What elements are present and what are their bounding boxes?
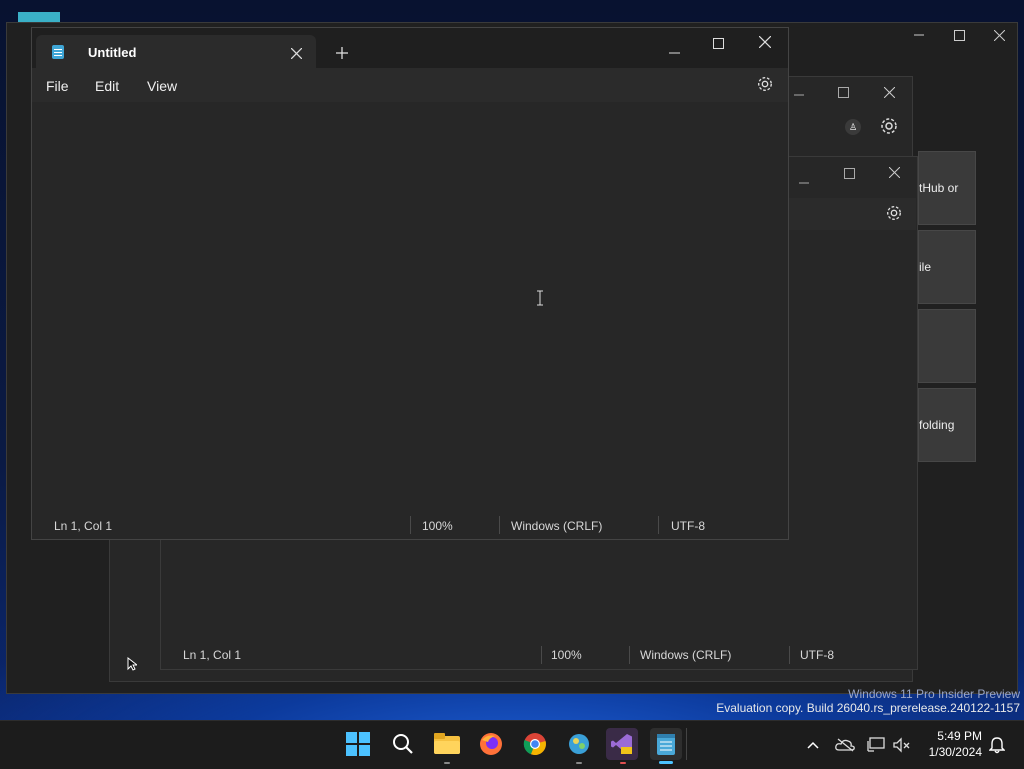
close-icon[interactable] bbox=[758, 35, 772, 53]
side-card-2[interactable]: ile bbox=[918, 230, 976, 304]
notepad-back-titlebar bbox=[788, 157, 916, 187]
taskbar-divider bbox=[686, 728, 687, 760]
tab-untitled[interactable]: Untitled bbox=[36, 35, 316, 69]
minimize-icon[interactable] bbox=[799, 171, 809, 189]
encoding[interactable]: UTF-8 bbox=[800, 642, 834, 668]
mouse-pointer-icon bbox=[127, 656, 139, 676]
notepad-taskbar-icon[interactable] bbox=[650, 728, 682, 760]
cursor-position: Ln 1, Col 1 bbox=[54, 518, 113, 533]
side-card-1[interactable]: tHub or bbox=[918, 151, 976, 225]
maximize-icon[interactable] bbox=[844, 166, 855, 184]
minimize-icon[interactable] bbox=[669, 41, 680, 59]
side-card-4[interactable]: folding bbox=[918, 388, 976, 462]
settings-gear-icon[interactable] bbox=[756, 75, 774, 98]
watermark: Windows 11 Pro Insider Preview Evaluatio… bbox=[690, 687, 1020, 715]
chrome-icon[interactable] bbox=[519, 728, 551, 760]
menu-file[interactable]: File bbox=[46, 78, 69, 94]
zoom-level[interactable]: 100% bbox=[422, 512, 453, 539]
running-indicator bbox=[576, 762, 582, 764]
onedrive-offline-icon[interactable] bbox=[834, 734, 856, 756]
notepad-window: Untitled File Edit View Ln 1, Col 1 100%… bbox=[31, 27, 789, 540]
watermark-line2: Evaluation copy. Build 26040.rs_prerelea… bbox=[716, 701, 1020, 715]
text-cursor-ibeam-icon bbox=[536, 290, 544, 311]
firefox-icon[interactable] bbox=[475, 728, 507, 760]
background-window-accent bbox=[18, 12, 60, 22]
menu-edit[interactable]: Edit bbox=[95, 78, 119, 94]
text-editor-area[interactable] bbox=[32, 102, 788, 512]
close-icon[interactable] bbox=[883, 85, 896, 103]
search-icon[interactable] bbox=[387, 728, 419, 760]
status-bar: Ln 1, Col 1 100% Windows (CRLF) UTF-8 bbox=[32, 512, 788, 539]
running-indicator bbox=[444, 762, 450, 764]
line-ending[interactable]: Windows (CRLF) bbox=[511, 512, 602, 539]
visual-studio-preview-icon[interactable] bbox=[606, 728, 638, 760]
close-icon[interactable] bbox=[888, 165, 901, 183]
notepad-app-icon bbox=[52, 45, 64, 59]
dev-home-controls bbox=[780, 78, 910, 106]
minimize-icon[interactable] bbox=[794, 87, 804, 105]
account-icon[interactable]: ♙ bbox=[845, 119, 861, 135]
side-card-label: ile bbox=[919, 260, 932, 274]
start-windows-icon[interactable] bbox=[342, 728, 374, 760]
tab-close-icon[interactable] bbox=[290, 46, 303, 64]
maximize-icon[interactable] bbox=[713, 36, 724, 54]
tab-title: Untitled bbox=[88, 45, 137, 60]
close-icon[interactable] bbox=[976, 20, 1022, 50]
notepad-back-statusbar: Ln 1, Col 1 100% Windows (CRLF) UTF-8 bbox=[161, 642, 917, 668]
notepad-active-indicator bbox=[659, 761, 673, 764]
dev-home-icon[interactable] bbox=[563, 728, 595, 760]
clock-date: 1/30/2024 bbox=[928, 745, 982, 759]
new-tab-plus-icon[interactable] bbox=[336, 46, 348, 64]
settings-gear-icon[interactable] bbox=[879, 116, 899, 141]
clock-time: 5:49 PM bbox=[937, 729, 982, 743]
running-indicator bbox=[620, 762, 626, 764]
encoding[interactable]: UTF-8 bbox=[671, 512, 705, 539]
maximize-icon[interactable] bbox=[838, 85, 849, 103]
line-ending[interactable]: Windows (CRLF) bbox=[640, 642, 731, 668]
clock[interactable]: 5:49 PM 1/30/2024 bbox=[916, 728, 982, 760]
side-card-label: folding bbox=[919, 418, 955, 432]
file-explorer-icon[interactable] bbox=[431, 728, 463, 760]
volume-muted-icon[interactable] bbox=[891, 734, 913, 756]
side-card-label: tHub or bbox=[919, 181, 959, 195]
network-icon[interactable] bbox=[865, 734, 887, 756]
watermark-line1: Windows 11 Pro Insider Preview bbox=[848, 687, 1020, 701]
notification-bell-icon[interactable] bbox=[986, 734, 1008, 756]
zoom-level[interactable]: 100% bbox=[551, 642, 582, 668]
settings-gear-icon[interactable] bbox=[885, 204, 903, 227]
menu-view[interactable]: View bbox=[147, 78, 177, 94]
cursor-position: Ln 1, Col 1 bbox=[183, 648, 242, 662]
chevron-up-icon[interactable] bbox=[802, 734, 824, 756]
side-card-3[interactable] bbox=[918, 309, 976, 383]
menu-bar: File Edit View bbox=[32, 68, 788, 102]
